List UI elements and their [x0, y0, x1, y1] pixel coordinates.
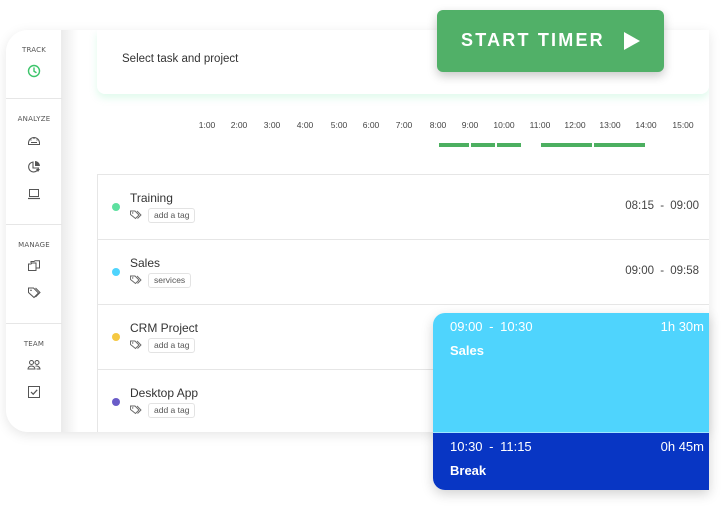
entry-name: Sales — [450, 343, 484, 358]
timeline-hour-axis: 1:00 2:00 3:00 4:00 5:00 6:00 7:00 8:00 9:00 10:0… — [78, 120, 709, 134]
timeline-hour-label: 15:00 — [672, 120, 694, 130]
task-name: CRM Project — [130, 321, 199, 335]
timeline-hour-label: 6:00 — [362, 120, 380, 130]
entry-time-range: 10:30 - 11:15 — [450, 439, 532, 454]
sidebar-section-analyze: ANALYZE — [6, 98, 62, 214]
tag-chip[interactable]: services — [148, 273, 192, 288]
time-entry-sales[interactable]: 09:00 - 10:30 1h 30m Sales — [433, 313, 709, 433]
timeline-segment[interactable] — [496, 143, 521, 147]
sidebar-label-track: TRACK — [22, 46, 46, 54]
tag-icon — [130, 405, 142, 415]
timeline-segment[interactable] — [439, 143, 469, 147]
timeline-hour-label: 10:00 — [493, 120, 515, 130]
task-row[interactable]: Sales services 09:00 - 09:58 — [98, 240, 709, 305]
tag-icon — [130, 340, 142, 350]
play-icon — [623, 31, 641, 51]
task-time-range: 08:15 - 09:00 — [625, 200, 699, 212]
timeline-hour-label: 5:00 — [330, 120, 348, 130]
checkbox-icon[interactable] — [27, 385, 41, 399]
sidebar-section-manage: MANAGE — [6, 224, 62, 313]
timeline-hour-label: 13:00 — [599, 120, 621, 130]
timeline-hour-label: 14:00 — [635, 120, 657, 130]
entry-duration: 1h 30m — [660, 319, 704, 334]
timeline-hour-label: 2:00 — [230, 120, 248, 130]
project-color-dot — [112, 268, 120, 276]
tag-chip[interactable]: add a tag — [148, 208, 196, 223]
team-icon[interactable] — [27, 358, 41, 372]
timeline-segment[interactable] — [593, 143, 645, 147]
clock-icon[interactable] — [27, 64, 41, 78]
timeline-hour-label: 8:00 — [429, 120, 447, 130]
task-name: Training — [130, 191, 173, 205]
sidebar-label-manage: MANAGE — [18, 241, 50, 249]
sidebar-divider — [62, 30, 78, 432]
project-color-dot — [112, 333, 120, 341]
task-name: Sales — [130, 256, 161, 270]
sidebar-section-team: TEAM — [6, 323, 62, 412]
folder-icon[interactable] — [27, 259, 41, 273]
sidebar: TRACK ANALYZE MANAGE TEAM — [6, 30, 62, 432]
tags-icon[interactable] — [27, 286, 41, 300]
pie-chart-icon[interactable] — [27, 160, 41, 174]
task-time-range: 09:00 - 09:58 — [625, 265, 699, 277]
laptop-icon[interactable] — [27, 187, 41, 201]
sidebar-label-team: TEAM — [23, 340, 45, 348]
entry-duration: 0h 45m — [660, 439, 704, 454]
timeline-hour-label: 3:00 — [263, 120, 281, 130]
task-row[interactable]: Training add a tag 08:15 - 09:00 — [98, 175, 709, 240]
timeline-segment[interactable] — [471, 143, 495, 147]
task-selector-placeholder: Select task and project — [122, 53, 239, 65]
timeline-activity-bars — [78, 143, 709, 149]
time-entry-break[interactable]: 10:30 - 11:15 0h 45m Break — [433, 433, 709, 490]
entry-time-range: 09:00 - 10:30 — [450, 319, 533, 334]
start-timer-label: START TIMER — [461, 30, 605, 50]
timeline-hour-label: 12:00 — [564, 120, 586, 130]
tag-chip[interactable]: add a tag — [148, 338, 196, 353]
timeline-hour-label: 7:00 — [395, 120, 413, 130]
timeline-hour-label: 1:00 — [198, 120, 216, 130]
dashboard-icon[interactable] — [27, 133, 41, 147]
task-name: Desktop App — [130, 386, 199, 400]
timeline-segment[interactable] — [541, 143, 592, 147]
timeline-hour-label: 11:00 — [529, 120, 551, 130]
timeline-hour-label: 4:00 — [296, 120, 314, 130]
sidebar-section-track: TRACK — [6, 30, 62, 91]
tag-icon — [130, 210, 142, 220]
tag-icon — [130, 275, 142, 285]
entry-name: Break — [450, 463, 487, 478]
project-color-dot — [112, 398, 120, 406]
timeline-hour-label: 9:00 — [461, 120, 479, 130]
tag-chip[interactable]: add a tag — [148, 403, 196, 418]
project-color-dot — [112, 203, 120, 211]
time-entries-popup: 09:00 - 10:30 1h 30m Sales 10:30 - 11:15… — [433, 313, 709, 490]
start-timer-button[interactable]: START TIMER — [437, 10, 664, 72]
sidebar-label-analyze: ANALYZE — [17, 115, 51, 123]
